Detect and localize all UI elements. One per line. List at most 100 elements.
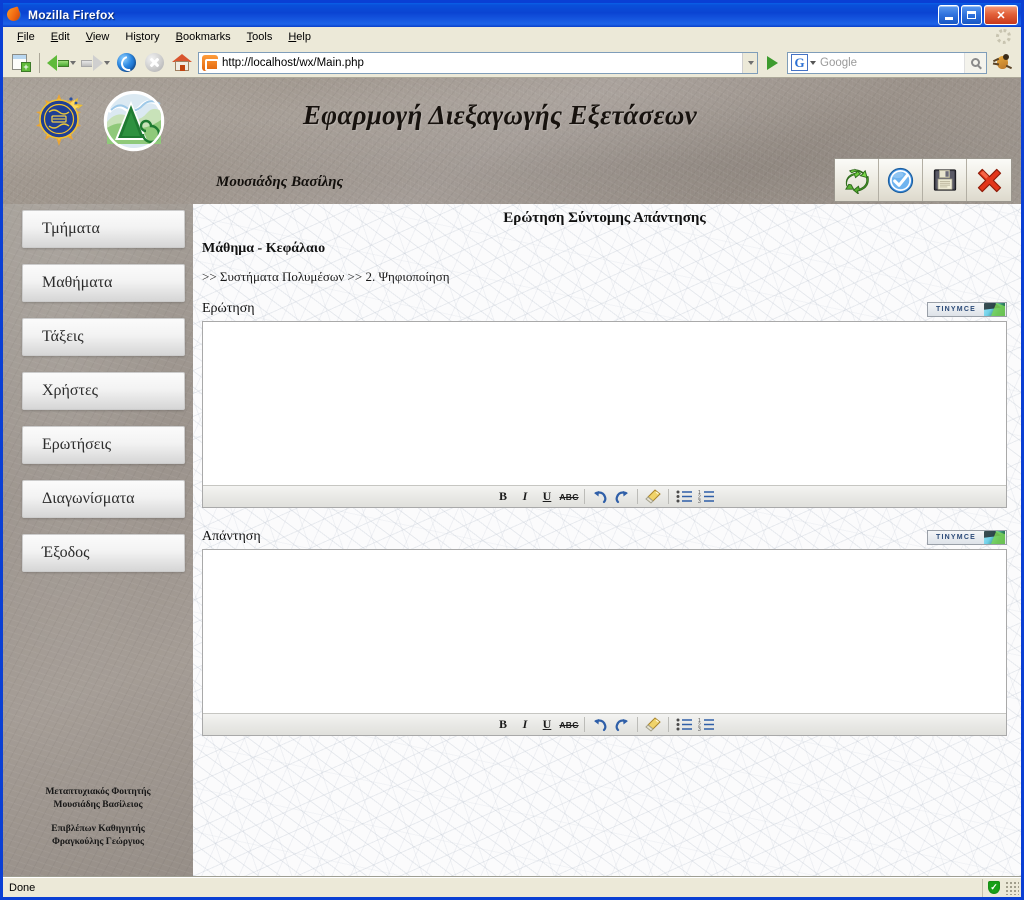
back-dropdown-icon[interactable] — [69, 60, 76, 65]
address-bar[interactable]: http://localhost/wx/Main.php — [198, 51, 758, 74]
bullet-list-icon[interactable] — [673, 715, 695, 735]
sidebar-item-users[interactable]: Χρήστες — [22, 372, 185, 410]
menu-help[interactable]: Help — [280, 29, 319, 45]
reload-button[interactable] — [112, 50, 140, 76]
google-engine-icon[interactable]: G — [791, 54, 808, 71]
answer-label: Απάντηση — [202, 529, 261, 544]
strikethrough-icon[interactable]: ABC — [558, 487, 580, 507]
forward-button[interactable] — [78, 50, 112, 76]
go-arrow-icon — [766, 55, 778, 70]
cleanup-icon[interactable] — [642, 487, 664, 507]
svg-text:3: 3 — [698, 499, 701, 503]
security-shield-icon: ✓ — [988, 881, 1000, 894]
green-recycle-arrows-icon — [845, 167, 869, 194]
answer-editor[interactable]: B I U ABC 1 2 3 — [202, 549, 1007, 736]
tinymce-logo-icon — [984, 303, 1005, 316]
tinymce-badge-label: TINYMCE — [936, 306, 976, 313]
site-favicon-icon — [202, 54, 219, 71]
numbered-list-icon[interactable]: 123 — [695, 487, 717, 507]
numbered-list-icon[interactable]: 123 — [695, 715, 717, 735]
sidebar-item-label: Διαγωνίσματα — [42, 490, 135, 507]
new-tab-icon[interactable]: + — [7, 50, 35, 76]
sidebar-item-logout[interactable]: Έξοδος — [22, 534, 185, 572]
undo-icon[interactable] — [589, 715, 611, 735]
address-dropdown-icon[interactable] — [742, 52, 757, 73]
sidebar-item-exams[interactable]: Διαγωνίσματα — [22, 480, 185, 518]
sidebar-item-label: Έξοδος — [42, 544, 90, 561]
close-button[interactable]: ✕ — [984, 5, 1018, 25]
blue-check-circle-icon — [887, 167, 914, 193]
security-status[interactable]: ✓ — [983, 881, 1005, 894]
underline-icon[interactable]: U — [536, 715, 558, 735]
forward-dropdown-icon[interactable] — [103, 60, 110, 65]
bullet-list-icon[interactable] — [673, 487, 695, 507]
save-button[interactable] — [923, 159, 967, 201]
redo-icon[interactable] — [611, 715, 633, 735]
firefox-window: Mozilla Firefox ✕ FFileile Edit View His… — [0, 0, 1024, 900]
supervisor-role-label: Επιβλέπων Καθηγητής — [51, 824, 145, 834]
bug-report-button[interactable] — [987, 50, 1017, 76]
bold-icon[interactable]: B — [492, 715, 514, 735]
sidebar-item-courses[interactable]: Μαθήματα — [22, 264, 185, 302]
search-bar[interactable]: G Google — [787, 51, 987, 74]
cleanup-icon[interactable] — [642, 715, 664, 735]
menu-file[interactable]: FFileile — [9, 29, 43, 45]
status-bar: Done ✓ — [3, 877, 1021, 897]
menu-history[interactable]: History — [117, 29, 167, 45]
bold-icon[interactable]: B — [492, 487, 514, 507]
address-bar-url[interactable]: http://localhost/wx/Main.php — [222, 57, 742, 69]
status-message: Done — [5, 878, 983, 897]
undo-icon[interactable] — [589, 487, 611, 507]
underline-icon[interactable]: U — [536, 487, 558, 507]
sidebar-item-departments[interactable]: Τμήματα — [22, 210, 185, 248]
refresh-button[interactable] — [835, 159, 879, 201]
menu-tools[interactable]: Tools — [239, 29, 281, 45]
delete-button[interactable] — [967, 159, 1011, 201]
sidebar-item-questions[interactable]: Ερωτήσεις — [22, 426, 185, 464]
maximize-button[interactable] — [961, 5, 982, 25]
menu-bookmarks[interactable]: Bookmarks — [168, 29, 239, 45]
tinymce-badge-question[interactable]: TINYMCE — [927, 302, 1007, 317]
answer-field-block: Απάντηση TINYMCE B I U ABC 1 2 3 — [202, 526, 1007, 736]
site-header: Εφαρμογή Διεξαγωγής Εξετάσεων Μουσιάδης … — [3, 78, 1021, 204]
browser-viewport: Εφαρμογή Διεξαγωγής Εξετάσεων Μουσιάδης … — [3, 78, 1021, 877]
search-input[interactable]: Google — [820, 57, 964, 69]
search-icon — [971, 58, 980, 67]
strikethrough-icon[interactable]: ABC — [558, 715, 580, 735]
question-editor[interactable]: B I U ABC 1 2 3 — [202, 321, 1007, 508]
sidebar-item-label: Ερωτήσεις — [42, 436, 112, 453]
firefox-logo-icon — [5, 6, 23, 23]
page-body: Τμήματα Μαθήματα Τάξεις Χρήστες Ερωτήσει… — [3, 204, 1021, 876]
menu-bar: FFileile Edit View History Bookmarks Too… — [3, 27, 1021, 48]
go-button[interactable] — [760, 52, 784, 74]
tinymce-badge-label: TINYMCE — [936, 534, 976, 541]
web-page: Εφαρμογή Διεξαγωγής Εξετάσεων Μουσιάδης … — [3, 78, 1021, 876]
menu-view[interactable]: View — [78, 29, 118, 45]
student-name-label: Μουσιάδης Βασίλειος — [53, 800, 143, 810]
red-x-icon — [977, 168, 1001, 192]
italic-icon[interactable]: I — [514, 715, 536, 735]
italic-icon[interactable]: I — [514, 487, 536, 507]
redo-icon[interactable] — [611, 487, 633, 507]
bug-icon — [992, 54, 1012, 71]
question-editor-toolbar: B I U ABC 1 2 3 — [203, 485, 1006, 507]
minimize-button[interactable] — [938, 5, 959, 25]
floppy-disk-icon — [933, 169, 956, 191]
question-editor-body[interactable] — [203, 322, 1006, 485]
sidebar-item-label: Μαθήματα — [42, 274, 113, 291]
sidebar-item-classes[interactable]: Τάξεις — [22, 318, 185, 356]
menu-edit[interactable]: Edit — [43, 29, 78, 45]
svg-text:3: 3 — [698, 727, 701, 731]
back-button[interactable] — [44, 50, 78, 76]
breadcrumb: >> Συστήματα Πολυμέσων >> 2. Ψηφιοποίηση — [202, 269, 450, 284]
search-go-button[interactable] — [964, 52, 986, 73]
tinymce-badge-answer[interactable]: TINYMCE — [927, 530, 1007, 545]
resize-grip[interactable] — [1005, 880, 1019, 895]
answer-editor-body[interactable] — [203, 550, 1006, 713]
search-engine-dropdown-icon[interactable] — [810, 60, 816, 65]
window-controls: ✕ — [938, 5, 1018, 25]
toolbar-separator — [39, 52, 40, 73]
confirm-button[interactable] — [879, 159, 923, 201]
home-button[interactable] — [168, 50, 196, 76]
stop-button[interactable] — [140, 50, 168, 76]
